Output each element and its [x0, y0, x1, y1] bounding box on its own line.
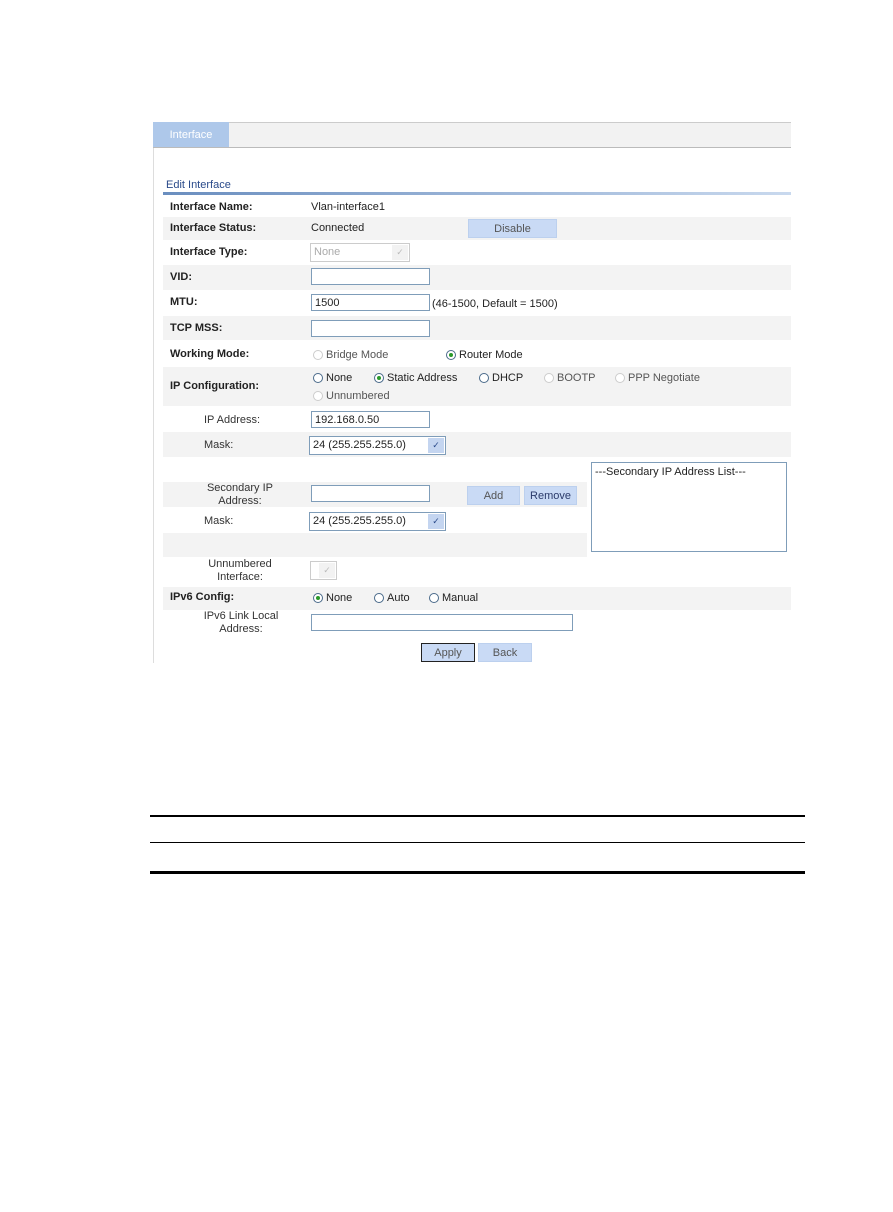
radio-icon: [544, 373, 554, 383]
secondary-ip-list-header: ---Secondary IP Address List---: [595, 466, 746, 478]
radio-dhcp[interactable]: DHCP: [479, 372, 523, 384]
ipv6-link-local-label: IPv6 Link Local Address:: [203, 610, 279, 635]
interface-name-label: Interface Name:: [170, 201, 253, 213]
back-button[interactable]: Back: [478, 643, 532, 662]
ipv6-link-local-input[interactable]: [311, 614, 573, 631]
section-divider: [163, 192, 791, 195]
radio-icon: [313, 373, 323, 383]
tab-interface[interactable]: Interface: [153, 122, 229, 147]
radio-ppp-negotiate[interactable]: PPP Negotiate: [615, 372, 700, 384]
tcp-mss-input[interactable]: [311, 320, 430, 337]
radio-icon: [313, 350, 323, 360]
working-mode-label: Working Mode:: [170, 348, 250, 360]
apply-button[interactable]: Apply: [421, 643, 475, 662]
mask2-label: Mask:: [204, 515, 234, 527]
vid-input[interactable]: [311, 268, 430, 285]
radio-ipv6-auto[interactable]: Auto: [374, 592, 410, 604]
add-button[interactable]: Add: [467, 486, 520, 505]
interface-type-label: Interface Type:: [170, 246, 248, 258]
tcp-mss-label: TCP MSS:: [170, 322, 223, 334]
row-bg: [163, 316, 791, 340]
row-bg: [163, 533, 587, 557]
table-rule: [150, 842, 805, 843]
tab-bar: [153, 122, 791, 148]
radio-router-mode[interactable]: Router Mode: [446, 349, 523, 361]
mask-label: Mask:: [204, 439, 234, 451]
ipv6-config-label: IPv6 Config:: [170, 591, 235, 603]
mtu-hint: (46-1500, Default = 1500): [432, 298, 558, 310]
vid-label: VID:: [170, 271, 192, 283]
unnumbered-interface-select[interactable]: ✓: [310, 561, 337, 580]
radio-unnumbered[interactable]: Unnumbered: [313, 390, 390, 402]
chevron-down-icon: ✓: [392, 245, 408, 260]
radio-selected-icon: [446, 350, 456, 360]
remove-button[interactable]: Remove: [524, 486, 577, 505]
row-bg: [163, 265, 791, 290]
radio-ipv6-manual[interactable]: Manual: [429, 592, 478, 604]
radio-static-address[interactable]: Static Address: [374, 372, 457, 384]
interface-name-value: Vlan-interface1: [311, 201, 385, 213]
radio-icon: [313, 391, 323, 401]
secondary-mask-select[interactable]: 24 (255.255.255.0) ✓: [309, 512, 446, 531]
section-title: Edit Interface: [166, 179, 231, 191]
ip-config-label: IP Configuration:: [170, 380, 260, 392]
table-rule: [150, 871, 805, 874]
disable-button[interactable]: Disable: [468, 219, 557, 238]
ip-address-label: IP Address:: [204, 414, 261, 426]
interface-type-value: None: [314, 246, 341, 258]
secondary-ip-label: Secondary IP Address:: [206, 482, 274, 507]
radio-ipv6-none[interactable]: None: [313, 592, 352, 604]
radio-icon: [429, 593, 439, 603]
radio-selected-icon: [374, 373, 384, 383]
unnumbered-interface-label: Unnumbered Interface:: [208, 558, 272, 583]
chevron-down-icon: ✓: [319, 563, 335, 578]
radio-icon: [479, 373, 489, 383]
secondary-ip-input[interactable]: [311, 485, 430, 502]
radio-selected-icon: [313, 593, 323, 603]
radio-ip-none[interactable]: None: [313, 372, 352, 384]
interface-status-label: Interface Status:: [170, 222, 257, 234]
mtu-label: MTU:: [170, 296, 198, 308]
radio-bridge-mode[interactable]: Bridge Mode: [313, 349, 388, 361]
interface-type-select[interactable]: None ✓: [310, 243, 410, 262]
mask-select[interactable]: 24 (255.255.255.0) ✓: [309, 436, 446, 455]
chevron-down-icon: ✓: [428, 514, 444, 529]
mtu-input[interactable]: 1500: [311, 294, 430, 311]
row-bg: [163, 432, 791, 457]
radio-bootp[interactable]: BOOTP: [544, 372, 596, 384]
radio-icon: [374, 593, 384, 603]
chevron-down-icon: ✓: [428, 438, 444, 453]
ip-address-input[interactable]: 192.168.0.50: [311, 411, 430, 428]
secondary-ip-list[interactable]: ---Secondary IP Address List---: [591, 462, 787, 552]
radio-icon: [615, 373, 625, 383]
interface-status-value: Connected: [311, 222, 365, 234]
table-rule: [150, 815, 805, 817]
